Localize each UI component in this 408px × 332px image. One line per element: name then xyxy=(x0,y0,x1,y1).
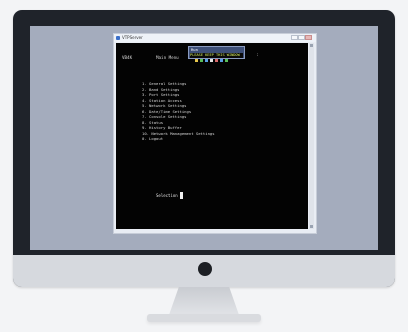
menu-list: 1. General Settings 2. Band Settings 3. … xyxy=(142,81,215,142)
indicator-icon xyxy=(225,59,228,62)
monitor-stand xyxy=(169,287,239,315)
indicator-icon xyxy=(220,59,223,62)
menu-heading: Main Menu xyxy=(156,55,179,60)
close-button[interactable] xyxy=(305,35,312,40)
terminal-window[interactable]: VTPServer VB4K Main Menu Run PLEASE KEEP… xyxy=(113,33,317,234)
scroll-up-arrow-icon[interactable] xyxy=(310,44,313,47)
vertical-scrollbar[interactable] xyxy=(309,43,314,229)
status-panel: Run PLEASE KEEP THIS WINDOW xyxy=(188,46,245,62)
monitor-chin xyxy=(13,255,395,287)
title-bar[interactable]: VTPServer xyxy=(114,34,316,42)
indicator-icon xyxy=(210,59,213,62)
monitor-base xyxy=(147,314,261,322)
system-name: VB4K xyxy=(122,55,133,60)
text-cursor[interactable] xyxy=(180,192,183,199)
window-title: VTPServer xyxy=(122,35,143,40)
selection-prompt: Selection xyxy=(156,193,178,198)
minimize-button[interactable] xyxy=(291,35,298,40)
status-message: PLEASE KEEP THIS WINDOW xyxy=(190,53,243,58)
menu-item: 0. Logout xyxy=(142,136,164,141)
app-icon xyxy=(116,36,120,40)
indicator-icon xyxy=(200,59,203,62)
cursor-mark: : xyxy=(256,52,259,57)
terminal-area[interactable]: VB4K Main Menu Run PLEASE KEEP THIS WIND… xyxy=(116,43,308,229)
status-indicators xyxy=(195,47,240,62)
scroll-down-arrow-icon[interactable] xyxy=(310,225,313,228)
indicator-icon xyxy=(215,59,218,62)
maximize-button[interactable] xyxy=(298,35,305,40)
indicator-icon xyxy=(205,59,208,62)
indicator-icon xyxy=(195,59,198,62)
status-label: Run xyxy=(191,47,198,52)
power-dot xyxy=(198,262,212,276)
